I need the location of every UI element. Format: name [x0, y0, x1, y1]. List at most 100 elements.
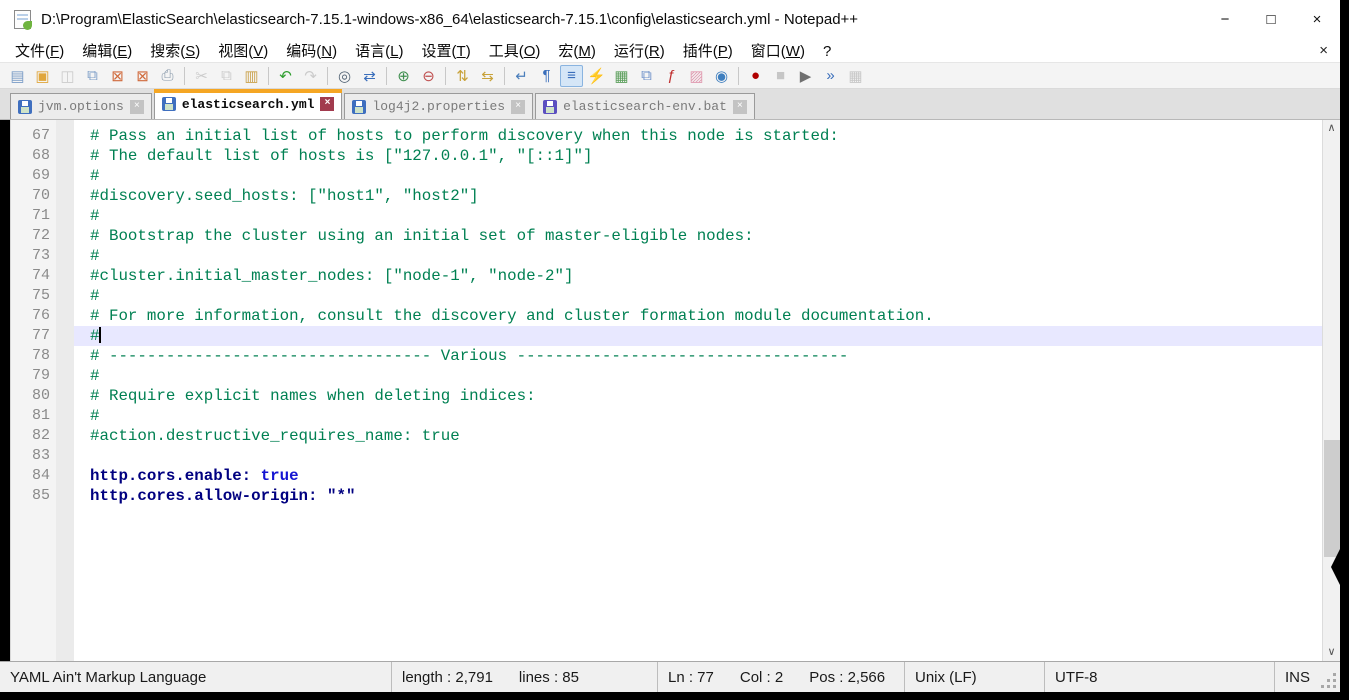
- tab-close-icon[interactable]: ×: [130, 100, 144, 114]
- editor-line-67[interactable]: 67# Pass an initial list of hosts to per…: [0, 126, 1322, 146]
- menu-item-run[interactable]: 运行(R): [605, 42, 674, 61]
- editor-line-71[interactable]: 71#: [0, 206, 1322, 226]
- document-list-icon[interactable]: ⧉: [635, 65, 658, 87]
- replace-icon[interactable]: ⇄: [358, 65, 381, 87]
- new-file-icon[interactable]: ▤: [6, 65, 29, 87]
- code-text: # Require explicit names when deleting i…: [74, 386, 1322, 406]
- vertical-scrollbar[interactable]: ∧ ∨: [1322, 120, 1340, 661]
- code-text: #: [74, 326, 1322, 346]
- editor-line-81[interactable]: 81#: [0, 406, 1322, 426]
- tab-log4j2-properties[interactable]: log4j2.properties×: [344, 93, 533, 119]
- save-all-icon[interactable]: ⧉: [81, 65, 104, 87]
- menu-close-document-button[interactable]: ×: [1319, 42, 1328, 59]
- tab-jvm-options[interactable]: jvm.options ×: [10, 93, 152, 119]
- show-indent-guide-icon[interactable]: ≡: [560, 65, 583, 87]
- code-text: # Bootstrap the cluster using an initial…: [74, 226, 1322, 246]
- editor-line-85[interactable]: 85http.cores.allow-origin: "*": [0, 486, 1322, 506]
- paste-icon[interactable]: ▥: [240, 65, 263, 87]
- code-text: #: [74, 246, 1322, 266]
- maximize-button[interactable]: □: [1248, 0, 1294, 38]
- open-file-icon[interactable]: ▣: [31, 65, 54, 87]
- function-list-icon[interactable]: ⚡: [585, 65, 608, 87]
- editor-line-79[interactable]: 79#: [0, 366, 1322, 386]
- status-eol-format[interactable]: Unix (LF): [905, 662, 1045, 692]
- monitoring-eye-icon[interactable]: ◉: [710, 65, 733, 87]
- record-macro-icon[interactable]: ●: [744, 65, 767, 87]
- minimize-button[interactable]: −: [1202, 0, 1248, 38]
- line-number: 77: [10, 326, 50, 346]
- zoom-in-icon[interactable]: ⊕: [392, 65, 415, 87]
- close-file-icon[interactable]: ⊠: [106, 65, 129, 87]
- code-text: #: [74, 406, 1322, 426]
- scroll-down-button[interactable]: ∨: [1323, 644, 1340, 661]
- menu-item-encoding[interactable]: 编码(N): [277, 42, 346, 61]
- editor-line-80[interactable]: 80# Require explicit names when deleting…: [0, 386, 1322, 406]
- code-token: http.cors.enable:: [90, 467, 251, 485]
- code-token: #: [90, 367, 99, 385]
- zoom-out-icon[interactable]: ⊖: [417, 65, 440, 87]
- run-macro-multiple-icon[interactable]: »: [819, 65, 842, 87]
- line-number: 75: [10, 286, 50, 306]
- status-encoding[interactable]: UTF-8: [1045, 662, 1275, 692]
- editor-line-69[interactable]: 69#: [0, 166, 1322, 186]
- code-token: # Bootstrap the cluster using an initial…: [90, 227, 754, 245]
- editor-line-77[interactable]: 77 #: [0, 326, 1322, 346]
- code-token: # Require explicit names when deleting i…: [90, 387, 536, 405]
- editor-line-76[interactable]: 76# For more information, consult the di…: [0, 306, 1322, 326]
- editor-line-82[interactable]: 82#action.destructive_requires_name: tru…: [0, 426, 1322, 446]
- tab-label: jvm.options: [38, 99, 124, 114]
- code-text: #: [74, 286, 1322, 306]
- tab-elasticsearch-yml[interactable]: elasticsearch.yml×: [154, 89, 343, 119]
- code-text: #: [74, 166, 1322, 186]
- word-wrap-icon[interactable]: ↵: [510, 65, 533, 87]
- menu-item-tools[interactable]: 工具(O): [480, 42, 550, 61]
- menu-item-window[interactable]: 窗口(W): [742, 42, 814, 61]
- menu-item-plugins[interactable]: 插件(P): [674, 42, 742, 61]
- status-typing-mode[interactable]: INS: [1275, 662, 1340, 692]
- tab-close-icon[interactable]: ×: [511, 100, 525, 114]
- menu-item-view[interactable]: 视图(V): [209, 42, 277, 61]
- editor-line-72[interactable]: 72# Bootstrap the cluster using an initi…: [0, 226, 1322, 246]
- tab-elasticsearch-env-bat[interactable]: elasticsearch-env.bat×: [535, 93, 755, 119]
- code-text: http.cors.enable: true: [74, 466, 1322, 486]
- show-all-characters-icon[interactable]: ¶: [535, 65, 558, 87]
- editor-line-84[interactable]: 84http.cors.enable: true: [0, 466, 1322, 486]
- sync-horizontal-scroll-icon[interactable]: ⇆: [476, 65, 499, 87]
- editor-line-73[interactable]: 73#: [0, 246, 1322, 266]
- close-all-icon[interactable]: ⊠: [131, 65, 154, 87]
- code-token: #action.destructive_requires_name: true: [90, 427, 460, 445]
- sync-vertical-scroll-icon[interactable]: ⇅: [451, 65, 474, 87]
- document-map-icon[interactable]: ▦: [610, 65, 633, 87]
- menu-item-help[interactable]: ?: [814, 42, 840, 61]
- close-button[interactable]: ×: [1294, 0, 1340, 38]
- find-icon[interactable]: ◎: [333, 65, 356, 87]
- undo-icon[interactable]: ↶: [274, 65, 297, 87]
- scroll-up-button[interactable]: ∧: [1323, 120, 1340, 137]
- line-number: 83: [10, 446, 50, 466]
- editor-pane[interactable]: 67# Pass an initial list of hosts to per…: [0, 120, 1340, 661]
- editor-line-83[interactable]: 83: [0, 446, 1322, 466]
- menu-item-search[interactable]: 搜索(S): [141, 42, 209, 61]
- editor-line-70[interactable]: 70#discovery.seed_hosts: ["host1", "host…: [0, 186, 1322, 206]
- menu-item-settings[interactable]: 设置(T): [413, 42, 480, 61]
- editor-line-68[interactable]: 68# The default list of hosts is ["127.0…: [0, 146, 1322, 166]
- print-icon[interactable]: ⎙: [156, 65, 179, 87]
- menu-bar: 文件(F)编辑(E)搜索(S)视图(V)编码(N)语言(L)设置(T)工具(O)…: [0, 38, 1340, 62]
- status-col: Col : 2: [740, 669, 783, 686]
- playback-macro-icon[interactable]: ▶: [794, 65, 817, 87]
- toolbar-separator: [268, 67, 269, 85]
- scrollbar-thumb[interactable]: [1324, 440, 1340, 557]
- user-defined-language-icon[interactable]: ƒ: [660, 65, 683, 87]
- editor-line-75[interactable]: 75 #: [0, 286, 1322, 306]
- editor-line-78[interactable]: 78# ---------------------------------- V…: [0, 346, 1322, 366]
- menu-item-language[interactable]: 语言(L): [346, 42, 412, 61]
- tab-close-icon[interactable]: ×: [320, 97, 334, 111]
- menu-item-edit[interactable]: 编辑(E): [73, 42, 141, 61]
- menu-item-macro[interactable]: 宏(M): [549, 42, 605, 61]
- folder-as-workspace-icon[interactable]: ▨: [685, 65, 708, 87]
- code-token: #: [90, 287, 99, 305]
- tab-close-icon[interactable]: ×: [733, 100, 747, 114]
- menu-item-file[interactable]: 文件(F): [6, 42, 73, 61]
- editor-line-74[interactable]: 74#cluster.initial_master_nodes: ["node-…: [0, 266, 1322, 286]
- line-number: 71: [10, 206, 50, 226]
